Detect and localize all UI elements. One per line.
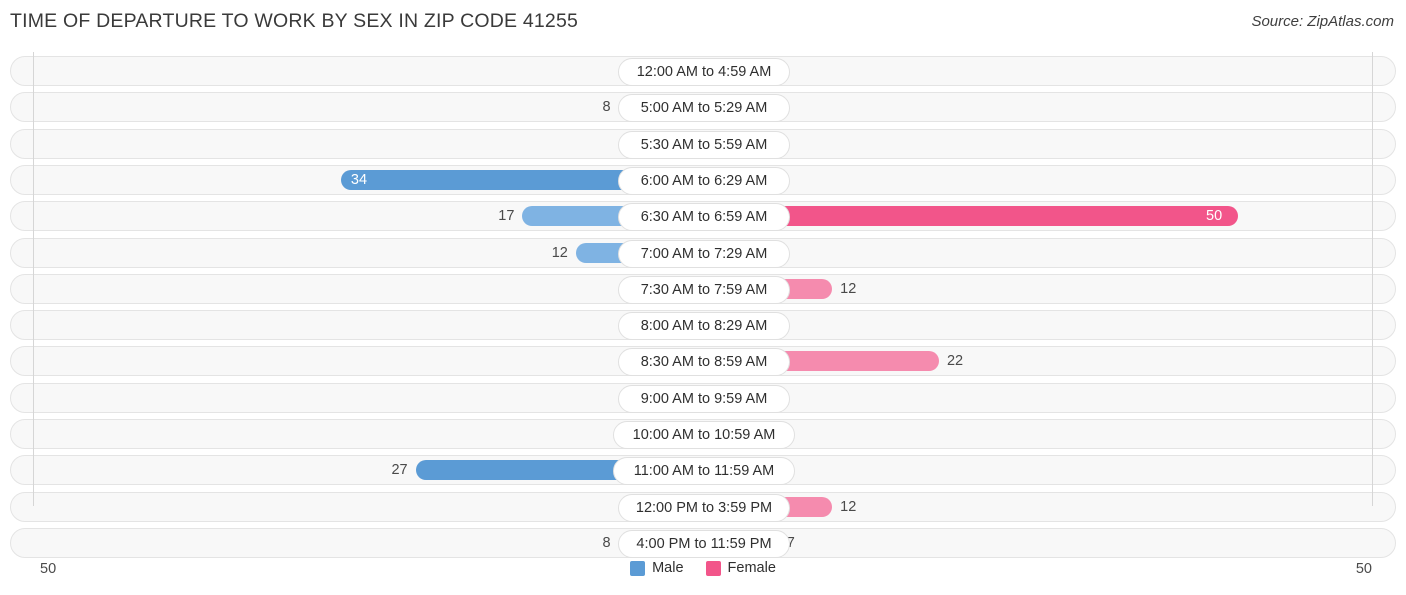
legend-label: Female [727,560,776,576]
category-label: 12:00 PM to 3:59 PM [618,493,790,522]
legend-item-female[interactable]: Female [705,560,776,576]
legend-label: Male [652,560,684,576]
axis-line-left [33,52,34,506]
row-inner: 0228:30 AM to 8:59 AM [11,347,1395,377]
bar-value-male: 34 [350,171,368,188]
bar-value-male: 8 [602,99,611,116]
table-row[interactable]: 17 50 6:30 AM to 6:59 AM [10,201,1396,232]
table-row[interactable]: 005:30 AM to 5:59 AM [10,128,1396,159]
row-inner: 008:00 AM to 8:29 AM [11,311,1395,341]
legend-swatch-icon [705,560,721,576]
bar-value-male: 17 [498,208,515,225]
table-row[interactable]: 27011:00 AM to 11:59 AM [10,455,1396,486]
bar-value-female: 22 [946,353,964,370]
plot-area: 0012:00 AM to 4:59 AM 805:00 AM to 5:29 A… [0,52,1406,558]
row-inner: 009:00 AM to 9:59 AM [11,384,1395,413]
category-label: 8:30 AM to 8:59 AM [618,348,790,377]
source-label: Source: ZipAtlas.com [1251,13,1394,30]
legend: Male Female [0,560,1406,576]
page-title: TIME OF DEPARTURE TO WORK BY SEX IN ZIP … [10,10,579,32]
row-inner: 3406:00 AM to 6:29 AM [11,166,1395,195]
table-row[interactable]: 0012:00 AM to 4:59 AM [10,56,1396,86]
table-row[interactable]: 0228:30 AM to 8:59 AM [10,346,1396,377]
table-row[interactable]: 0127:30 AM to 7:59 AM [10,273,1396,304]
table-row[interactable]: 3406:00 AM to 6:29 AM [10,164,1396,195]
category-label: 6:30 AM to 6:59 AM [618,203,790,232]
category-label: 6:00 AM to 6:29 AM [618,166,790,195]
legend-swatch-icon [630,560,646,576]
row-inner: 0127:30 AM to 7:59 AM [11,275,1395,304]
table-row[interactable]: 008:00 AM to 8:29 AM [10,310,1396,341]
row-inner: 17 50 6:30 AM to 6:59 AM [11,202,1395,232]
table-row[interactable]: 0010:00 AM to 10:59 AM [10,419,1396,449]
category-label: 10:00 AM to 10:59 AM [613,421,795,449]
row-inner: 0010:00 AM to 10:59 AM [11,420,1395,449]
row-inner: 8 7 4:00 PM to 11:59 PM [11,529,1395,558]
category-label: 5:00 AM to 5:29 AM [618,94,790,123]
row-inner: 1207:00 AM to 7:29 AM [11,239,1395,268]
legend-item-male[interactable]: Male [630,560,684,576]
table-row[interactable]: 805:00 AM to 5:29 AM [10,92,1396,123]
category-label: 7:00 AM to 7:29 AM [618,239,790,268]
row-inner: 005:30 AM to 5:59 AM [11,130,1395,159]
row-inner: 0012:00 AM to 4:59 AM [11,57,1395,86]
category-label: 12:00 AM to 4:59 AM [618,58,790,86]
category-label: 5:30 AM to 5:59 AM [618,130,790,159]
bar-value-male: 12 [551,244,568,261]
bar-value-female: 50 [1206,208,1223,225]
category-label: 11:00 AM to 11:59 AM [613,457,795,486]
category-label: 8:00 AM to 8:29 AM [618,312,790,341]
table-row[interactable]: 1207:00 AM to 7:29 AM [10,237,1396,268]
chart-root: TIME OF DEPARTURE TO WORK BY SEX IN ZIP … [0,0,1406,595]
table-row[interactable]: 8 7 4:00 PM to 11:59 PM [10,527,1396,558]
row-inner: 805:00 AM to 5:29 AM [11,93,1395,123]
category-label: 9:00 AM to 9:59 AM [618,384,790,413]
row-inner: 27011:00 AM to 11:59 AM [11,456,1395,486]
bar-value-male: 8 [602,534,611,551]
category-label: 7:30 AM to 7:59 AM [618,275,790,304]
table-row[interactable]: 01212:00 PM to 3:59 PM [10,491,1396,522]
axis-line-right [1372,52,1373,506]
bar-value-female: 12 [840,498,857,515]
category-label: 4:00 PM to 11:59 PM [618,529,790,558]
table-row[interactable]: 009:00 AM to 9:59 AM [10,382,1396,413]
row-inner: 01212:00 PM to 3:59 PM [11,493,1395,522]
bar-value-male: 27 [391,462,408,479]
bar-value-female: 12 [840,280,857,297]
